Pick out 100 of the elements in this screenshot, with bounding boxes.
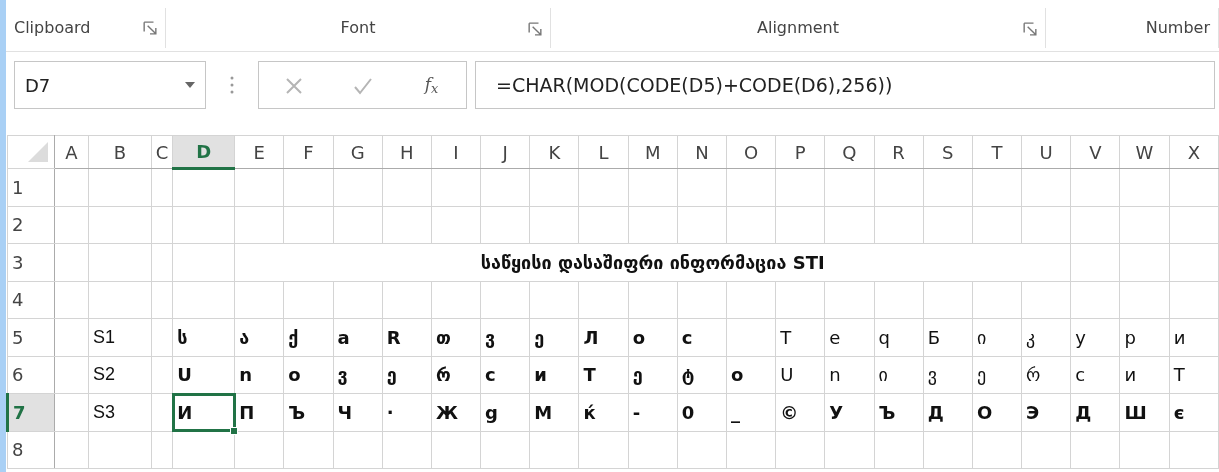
table-cell[interactable]: S1	[88, 318, 152, 356]
table-cell[interactable]: ი	[972, 318, 1022, 356]
table-cell[interactable]: ე	[628, 356, 678, 394]
row-header[interactable]: 4	[7, 281, 55, 319]
column-header[interactable]: W	[1119, 135, 1170, 169]
table-cell[interactable]: М	[529, 393, 579, 431]
column-header[interactable]: I	[431, 135, 481, 169]
table-cell[interactable]: ა	[234, 318, 284, 356]
table-cell[interactable]: и	[529, 356, 579, 394]
table-cell[interactable]: p	[1119, 318, 1170, 356]
table-cell[interactable]: S2	[88, 356, 152, 394]
column-header[interactable]: R	[874, 135, 924, 169]
column-header[interactable]: F	[283, 135, 334, 169]
table-cell[interactable]: ќ	[578, 393, 629, 431]
row-header[interactable]: 5	[7, 318, 55, 356]
column-header[interactable]: D	[172, 135, 235, 169]
row-header[interactable]: 1	[7, 168, 55, 206]
column-header[interactable]: M	[628, 135, 678, 169]
row-header[interactable]: 6	[7, 356, 55, 394]
column-header[interactable]: P	[775, 135, 825, 169]
table-cell[interactable]: Л	[578, 318, 629, 356]
table-cell[interactable]: y	[1070, 318, 1120, 356]
column-header[interactable]: V	[1070, 135, 1120, 169]
table-cell[interactable]: c	[480, 356, 530, 394]
table-cell[interactable]: ს	[172, 318, 235, 356]
column-header[interactable]: L	[578, 135, 629, 169]
table-cell[interactable]: ვ	[333, 356, 383, 394]
table-cell[interactable]: თ	[431, 318, 481, 356]
table-cell[interactable]: ·	[382, 393, 432, 431]
table-cell[interactable]: T	[775, 318, 825, 356]
table-cell[interactable]: საწყისი დასაშიფრი ინფორმაცია STI	[234, 243, 1071, 281]
table-cell[interactable]: U	[775, 356, 825, 394]
table-cell[interactable]: R	[382, 318, 432, 356]
dropdown-arrow-icon[interactable]	[185, 82, 195, 88]
table-cell[interactable]: Б	[923, 318, 973, 356]
row-header[interactable]: 7	[7, 393, 55, 431]
table-cell[interactable]: o	[726, 356, 776, 394]
table-cell[interactable]: Э	[1021, 393, 1071, 431]
table-cell[interactable]: є	[1169, 393, 1219, 431]
column-header[interactable]: U	[1021, 135, 1071, 169]
table-cell[interactable]: О	[972, 393, 1022, 431]
row-header[interactable]: 3	[7, 243, 55, 281]
table-cell[interactable]: რ	[1021, 356, 1071, 394]
column-header[interactable]: T	[972, 135, 1022, 169]
column-header[interactable]: X	[1169, 135, 1219, 169]
row-header[interactable]: 8	[7, 431, 55, 469]
table-cell[interactable]: -	[628, 393, 678, 431]
insert-function-button[interactable]: f$_{x}$	[411, 67, 452, 103]
column-header[interactable]: C	[151, 135, 173, 169]
table-cell[interactable]: ე	[972, 356, 1022, 394]
table-cell[interactable]: 0	[677, 393, 727, 431]
name-box[interactable]: D7	[14, 61, 206, 109]
table-cell[interactable]: ვ	[923, 356, 973, 394]
table-cell[interactable]	[726, 318, 776, 356]
dialog-launcher-icon[interactable]	[528, 22, 542, 36]
table-cell[interactable]: T	[578, 356, 629, 394]
column-header[interactable]: O	[726, 135, 776, 169]
table-cell[interactable]: Д	[923, 393, 973, 431]
column-header[interactable]: S	[923, 135, 973, 169]
table-cell[interactable]: ქ	[283, 318, 334, 356]
column-header[interactable]: G	[333, 135, 383, 169]
column-header[interactable]: B	[88, 135, 152, 169]
table-cell[interactable]: კ	[1021, 318, 1071, 356]
dialog-launcher-icon[interactable]	[1023, 22, 1037, 36]
table-cell[interactable]: ი	[874, 356, 924, 394]
table-cell[interactable]: a	[333, 318, 383, 356]
table-cell[interactable]: Ш	[1119, 393, 1170, 431]
table-cell[interactable]: ©	[775, 393, 825, 431]
table-cell[interactable]: Ж	[431, 393, 481, 431]
column-header[interactable]: H	[382, 135, 432, 169]
table-cell[interactable]: и	[1119, 356, 1170, 394]
column-header[interactable]: N	[677, 135, 727, 169]
column-header[interactable]: Q	[824, 135, 874, 169]
table-cell[interactable]: T	[1169, 356, 1219, 394]
table-cell[interactable]: n	[234, 356, 284, 394]
table-cell[interactable]: ე	[382, 356, 432, 394]
table-cell[interactable]: S3	[88, 393, 152, 431]
formula-bar[interactable]: =CHAR(MOD(CODE(D5)+CODE(D6),256))	[475, 61, 1215, 109]
table-cell[interactable]: и	[1169, 318, 1219, 356]
table-cell[interactable]: g	[480, 393, 530, 431]
table-cell[interactable]: У	[824, 393, 874, 431]
table-cell[interactable]: e	[824, 318, 874, 356]
table-cell[interactable]: c	[677, 318, 727, 356]
column-header[interactable]: J	[480, 135, 530, 169]
table-cell[interactable]: c	[1070, 356, 1120, 394]
table-cell[interactable]: Ч	[333, 393, 383, 431]
fill-handle[interactable]	[230, 426, 239, 435]
table-cell[interactable]: ტ	[677, 356, 727, 394]
column-header[interactable]: K	[529, 135, 579, 169]
dialog-launcher-icon[interactable]	[143, 21, 157, 35]
table-cell[interactable]: o	[628, 318, 678, 356]
column-header[interactable]: A	[54, 135, 89, 169]
row-header[interactable]: 2	[7, 206, 55, 244]
table-cell[interactable]: Ъ	[283, 393, 334, 431]
table-cell[interactable]: q	[874, 318, 924, 356]
table-cell[interactable]: რ	[431, 356, 481, 394]
table-cell[interactable]: ე	[529, 318, 579, 356]
table-cell[interactable]: Д	[1070, 393, 1120, 431]
table-cell[interactable]: Ъ	[874, 393, 924, 431]
table-cell[interactable]: _	[726, 393, 776, 431]
